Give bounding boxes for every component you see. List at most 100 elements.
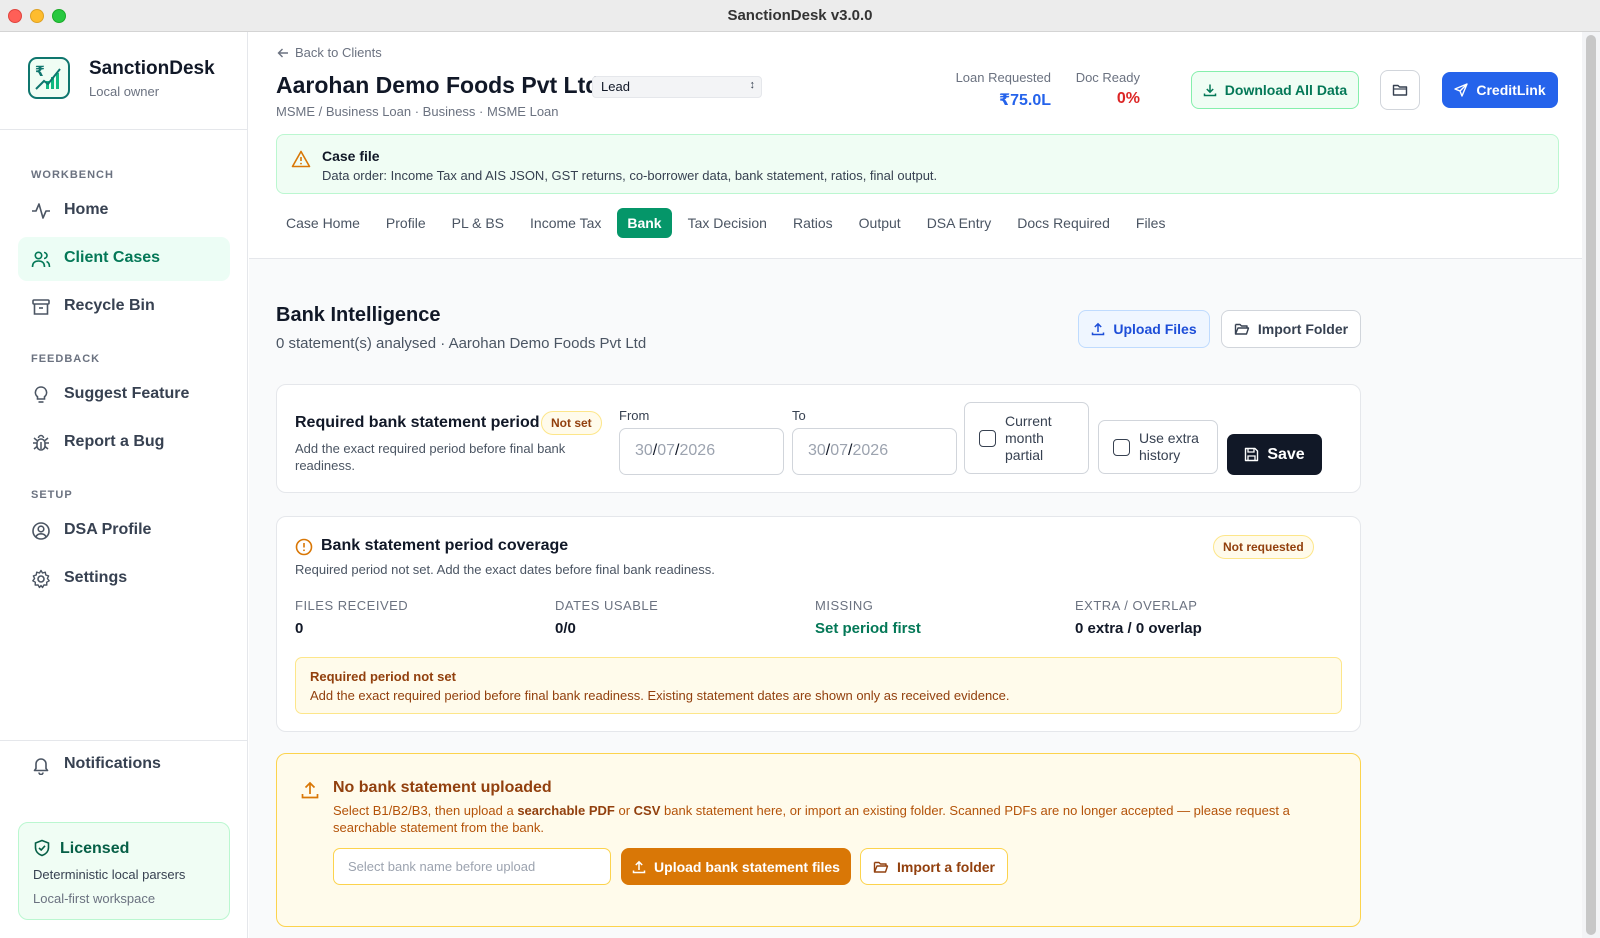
creditlink-button[interactable]: CreditLink — [1442, 72, 1558, 108]
tab-tax-decision[interactable]: Tax Decision — [678, 208, 777, 238]
case-tabs: Case Home Profile PL & BS Income Tax Ban… — [276, 208, 1181, 238]
to-day: 30 — [808, 442, 826, 459]
sidebar-item-client-cases[interactable]: Client Cases — [18, 237, 230, 281]
app-logo-icon: ₹ — [28, 57, 70, 99]
client-name: Aarohan Demo Foods Pvt Ltd — [276, 72, 600, 98]
upload-bank-statement-button[interactable]: Upload bank statement files — [621, 848, 851, 885]
desc-csv: CSV — [633, 803, 661, 818]
import-a-folder-label: Import a folder — [896, 858, 995, 875]
bell-icon — [31, 755, 51, 775]
sidebar-item-report-bug[interactable]: Report a Bug — [18, 421, 230, 465]
missing-label: MISSING — [815, 598, 874, 613]
folder-open-icon — [1234, 322, 1250, 336]
no-statement-title: No bank statement uploaded — [333, 779, 552, 796]
upload-icon — [632, 860, 646, 874]
status-badge: Not set — [541, 411, 602, 435]
to-date-input[interactable]: 30/07/2026 — [792, 428, 957, 475]
upload-icon — [1091, 322, 1105, 336]
loan-requested-value: ₹75.0L — [998, 92, 1051, 109]
svg-text:₹: ₹ — [35, 64, 45, 80]
loan-requested-label: Loan Requested — [955, 70, 1051, 85]
download-all-data-button[interactable]: Download All Data — [1191, 71, 1359, 109]
tab-income-tax[interactable]: Income Tax — [520, 208, 611, 238]
lightbulb-icon — [31, 385, 51, 405]
use-extra-history-checkbox[interactable] — [1113, 439, 1130, 456]
sidebar-item-home[interactable]: Home — [18, 189, 230, 233]
tab-profile[interactable]: Profile — [376, 208, 436, 238]
sidebar-item-recycle-bin[interactable]: Recycle Bin — [18, 285, 230, 329]
required-period-desc: Add the exact required period before fin… — [295, 441, 566, 473]
sidebar-item-label: Report a Bug — [64, 433, 165, 450]
tab-bank[interactable]: Bank — [617, 208, 672, 238]
shield-check-icon — [33, 839, 51, 857]
warning-text: Add the exact required period before fin… — [310, 688, 1010, 703]
license-card: Licensed Deterministic local parsers Loc… — [18, 822, 230, 920]
archive-icon — [31, 297, 51, 317]
from-label: From — [619, 408, 650, 423]
tab-case-home[interactable]: Case Home — [276, 208, 370, 238]
user-circle-icon — [31, 521, 51, 541]
import-a-folder-button[interactable]: Import a folder — [860, 848, 1008, 885]
folder-icon — [1392, 83, 1408, 97]
current-month-partial-option[interactable]: Current month partial — [964, 402, 1089, 474]
tab-output[interactable]: Output — [849, 208, 911, 238]
gear-icon — [31, 569, 51, 589]
warning-title: Required period not set — [310, 669, 456, 684]
dates-usable-label: DATES USABLE — [555, 598, 659, 613]
case-file-text: Data order: Income Tax and AIS JSON, GST… — [322, 168, 938, 183]
sidebar-item-suggest-feature[interactable]: Suggest Feature — [18, 373, 230, 417]
license-line-1: Deterministic local parsers — [33, 867, 186, 882]
tab-ratios[interactable]: Ratios — [783, 208, 843, 238]
activity-icon — [31, 201, 51, 221]
to-label: To — [792, 408, 806, 423]
main-scrollbar[interactable] — [1582, 32, 1600, 938]
tab-docs-required[interactable]: Docs Required — [1007, 208, 1120, 238]
window-titlebar: SanctionDesk v3.0.0 — [0, 0, 1600, 32]
back-to-clients-link[interactable]: Back to Clients — [277, 45, 382, 60]
save-button[interactable]: Save — [1227, 434, 1322, 475]
sidebar: ₹ SanctionDesk Local owner WORKBENCH Hom… — [0, 32, 248, 938]
client-subtitle: MSME / Business Loan · Business · MSME L… — [276, 104, 559, 119]
upload-files-button[interactable]: Upload Files — [1078, 310, 1210, 348]
nav-section-feedback: FEEDBACK — [31, 353, 101, 365]
tab-pl-bs[interactable]: PL & BS — [442, 208, 514, 238]
files-received-value: 0 — [295, 620, 304, 637]
current-month-partial-checkbox[interactable] — [979, 430, 996, 447]
from-date-input[interactable]: 30/07/2026 — [619, 428, 784, 475]
use-extra-history-option[interactable]: Use extra history — [1098, 420, 1218, 474]
nav-section-workbench: WORKBENCH — [31, 169, 114, 181]
from-year: 2026 — [679, 442, 716, 459]
folder-open-icon — [873, 860, 889, 874]
window-title: SanctionDesk v3.0.0 — [727, 7, 873, 24]
extra-overlap-value: 0 extra / 0 overlap — [1075, 620, 1202, 637]
sidebar-item-label: Client Cases — [64, 249, 161, 266]
doc-ready-value: 0% — [1116, 90, 1140, 107]
case-file-title: Case file — [322, 148, 380, 164]
sidebar-item-settings[interactable]: Settings — [18, 557, 230, 601]
missing-value: Set period first — [815, 620, 921, 637]
use-extra-history-label: Use extra history — [1139, 430, 1199, 463]
scrollbar-thumb[interactable] — [1586, 35, 1596, 935]
current-month-partial-label: Current month partial — [1005, 413, 1052, 463]
case-status-value: Lead — [601, 79, 630, 94]
desc-part: Select B1/B2/B3, then upload a — [333, 803, 518, 818]
upload-icon — [300, 780, 320, 800]
case-status-select[interactable]: Lead ↕ — [592, 76, 762, 98]
coverage-desc: Required period not set. Add the exact d… — [295, 562, 715, 577]
bank-intelligence-subtitle: 0 statement(s) analysed · Aarohan Demo F… — [276, 335, 647, 352]
no-statement-desc: Select B1/B2/B3, then upload a searchabl… — [333, 802, 1323, 836]
sidebar-item-notifications[interactable]: Notifications — [18, 743, 230, 787]
no-statement-card: No bank statement uploaded Select B1/B2/… — [276, 753, 1361, 927]
import-folder-button[interactable]: Import Folder — [1221, 310, 1361, 348]
from-day: 30 — [635, 442, 653, 459]
required-period-warning: Required period not set Add the exact re… — [295, 657, 1342, 714]
sidebar-item-label: Home — [64, 201, 109, 218]
tab-files[interactable]: Files — [1126, 208, 1176, 238]
extra-overlap-label: EXTRA / OVERLAP — [1075, 598, 1198, 613]
download-icon — [1203, 83, 1217, 97]
sidebar-item-dsa-profile[interactable]: DSA Profile — [18, 509, 230, 553]
tab-dsa-entry[interactable]: DSA Entry — [917, 208, 1002, 238]
open-folder-button[interactable] — [1380, 70, 1420, 110]
import-folder-label: Import Folder — [1257, 321, 1349, 337]
bank-name-select[interactable]: Select bank name before upload — [333, 848, 611, 885]
